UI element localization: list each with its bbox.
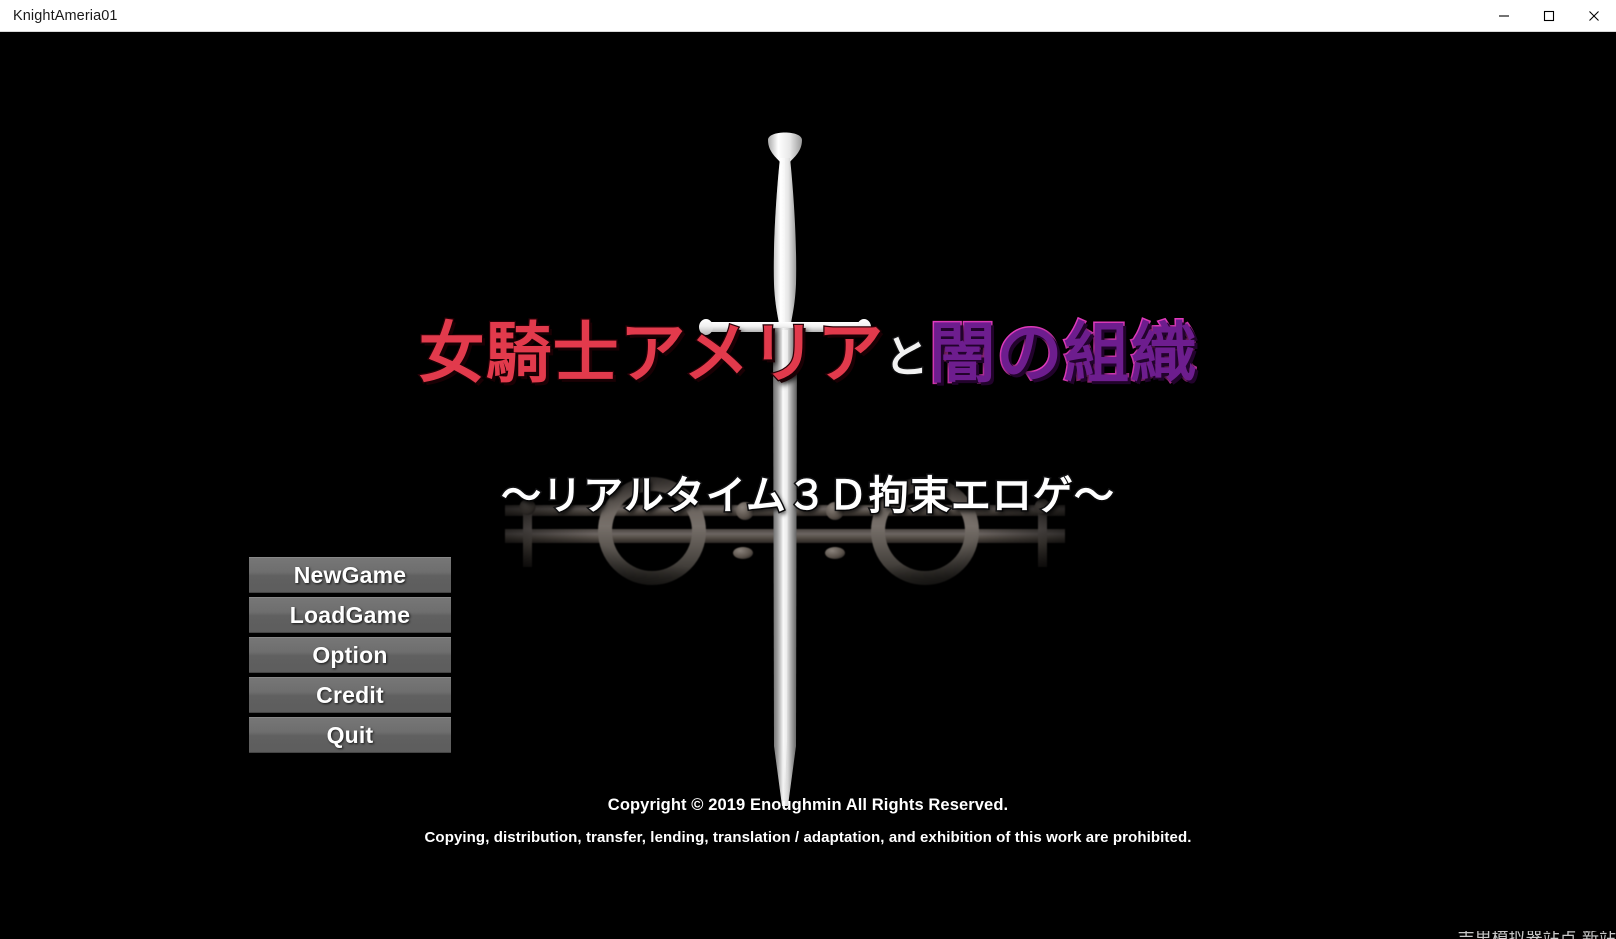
menu-item-quit[interactable]: Quit (249, 717, 451, 753)
menu-item-option[interactable]: Option (249, 637, 451, 673)
menu-item-loadgame[interactable]: LoadGame (249, 597, 451, 633)
copyright-text: Copyright © 2019 Enoughmin All Rights Re… (607, 796, 1009, 814)
game-window: KnightAmeria01 女騎士アメリアと闇の組織 〜リアルタイム３Ｄ拘束エ… (0, 0, 1616, 939)
maximize-icon (1543, 10, 1555, 22)
maximize-button[interactable] (1526, 0, 1571, 31)
game-title-part-purple: 闇の組織 (928, 314, 1198, 393)
title-bar: KnightAmeria01 (0, 0, 1616, 32)
sword-illustration (699, 132, 871, 806)
close-button[interactable] (1571, 0, 1616, 31)
footer-legal: Copyright © 2019 Enoughmin All Rights Re… (0, 796, 1616, 846)
close-icon (1588, 10, 1600, 22)
main-menu: NewGame LoadGame Option Credit Quit (249, 557, 451, 753)
menu-item-credit[interactable]: Credit (249, 677, 451, 713)
minimize-icon (1498, 10, 1510, 22)
window-title: KnightAmeria01 (13, 7, 118, 24)
prohibited-notice-text: Copying, distribution, transfer, lending… (424, 829, 1192, 846)
game-title-part-white: と (883, 331, 930, 384)
watermark-text: 吉里模拟器站点 新站 (1458, 931, 1616, 939)
title-screen-stage: 女騎士アメリアと闇の組織 〜リアルタイム３Ｄ拘束エロゲ〜 NewGame Loa… (0, 31, 1616, 939)
menu-item-newgame[interactable]: NewGame (249, 557, 451, 593)
minimize-button[interactable] (1481, 0, 1526, 31)
